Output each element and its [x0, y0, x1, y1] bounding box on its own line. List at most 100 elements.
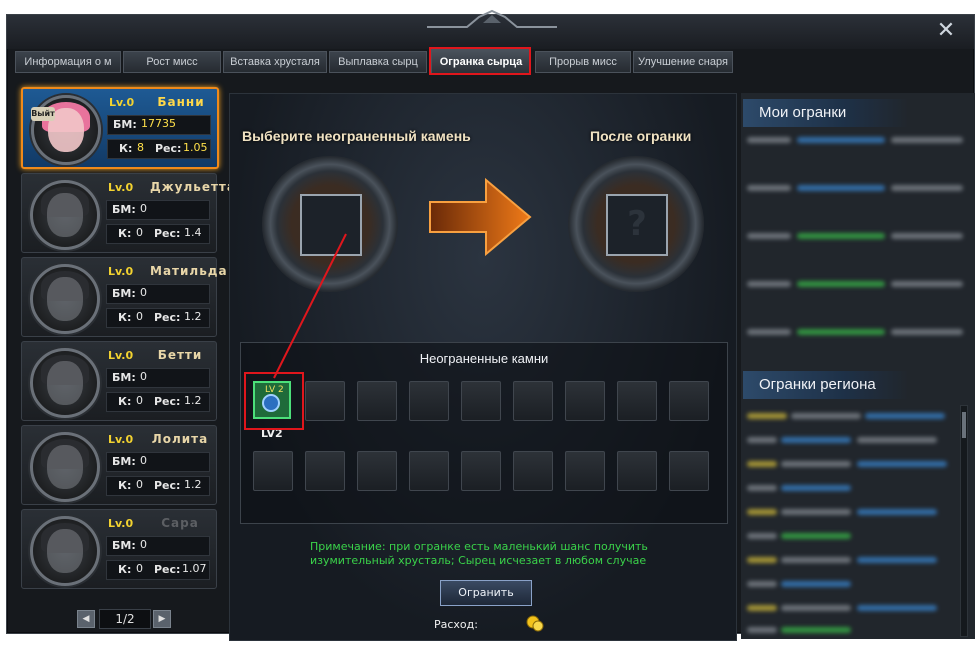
character-card[interactable]: Lv.0 Сара БМ: 0 К: 0 Рес: 1.07 [21, 509, 217, 589]
gem-slot[interactable] [305, 381, 345, 421]
note-line: изумительный хрусталь; Сырец исчезает в … [310, 554, 647, 567]
next-page-button[interactable]: ▶ [153, 610, 171, 628]
avatar [31, 95, 101, 165]
k-value: 8 [137, 141, 144, 154]
character-card[interactable]: Lv.0 Матильда БМ: 0 К: 0 Рес: 1.2 [21, 257, 228, 337]
bm-label: БМ: [113, 118, 137, 131]
gem-slot[interactable] [669, 381, 709, 421]
k-label: К: [119, 142, 133, 155]
question-icon: ? [627, 204, 647, 244]
gem-slot[interactable] [669, 451, 709, 491]
k-label: К: [118, 563, 132, 576]
close-icon[interactable]: ✕ [934, 19, 958, 43]
bm-value: 0 [140, 370, 147, 383]
k-value: 0 [136, 226, 143, 239]
k-value: 0 [136, 310, 143, 323]
character-card[interactable]: Lv.0 Бетти БМ: 0 К: 0 Рес: 1.2 [21, 341, 217, 421]
k-value: 0 [136, 478, 143, 491]
prev-page-button[interactable]: ◀ [77, 610, 95, 628]
crest-ornament [427, 9, 557, 28]
avatar [30, 264, 100, 334]
note-line: Примечание: при огранке есть маленький ш… [310, 540, 648, 553]
char-name: Бетти [157, 348, 203, 362]
char-level: Lv.0 [109, 96, 135, 109]
char-name: Банни [157, 95, 205, 109]
bm-label: БМ: [112, 203, 136, 216]
k-label: К: [118, 479, 132, 492]
char-name: Джульетта [150, 180, 236, 194]
pec-value: 1.4 [184, 226, 202, 239]
character-list: Выйт Lv.0 Банни БМ: 17735 К: 8 Рес: 1.05… [21, 85, 236, 625]
tab-miss-growth[interactable]: Рост мисс [123, 51, 221, 73]
tab-miss-info[interactable]: Информация о м [15, 51, 121, 73]
k-label: К: [118, 227, 132, 240]
page-indicator: 1/2 [99, 609, 151, 629]
character-card[interactable]: Lv.0 Лолита БМ: 0 К: 0 Рес: 1.2 [21, 425, 217, 505]
gem-slot[interactable] [565, 451, 605, 491]
pec-value: 1.2 [184, 310, 202, 323]
pec-value: 1.05 [183, 141, 208, 154]
tab-equip-upgrade[interactable]: Улучшение снаря [633, 51, 733, 73]
highlight-box-tab [429, 47, 531, 75]
region-scrollbar[interactable] [960, 405, 968, 637]
gem-slot[interactable] [305, 451, 345, 491]
history-panel: Мои огранки Огранки региона [741, 93, 975, 639]
arrow-right-icon [429, 177, 532, 257]
bm-label: БМ: [112, 539, 136, 552]
gem-slot[interactable] [513, 451, 553, 491]
gem-slot[interactable] [253, 451, 293, 491]
pec-value: 1.2 [184, 394, 202, 407]
pec-label: Рес: [154, 563, 181, 576]
tab-raw-smelting[interactable]: Выплавка сырц [329, 51, 427, 73]
gem-slot[interactable] [409, 381, 449, 421]
char-level: Lv.0 [108, 265, 134, 278]
gem-slot[interactable] [461, 451, 501, 491]
pec-label: Рес: [154, 311, 181, 324]
select-stone-title: Выберите неограненный камень [242, 128, 471, 144]
character-card[interactable]: Lv.0 Джульетта БМ: 0 К: 0 Рес: 1.4 [21, 173, 236, 253]
gem-slot[interactable] [357, 381, 397, 421]
output-ring: ? [568, 156, 704, 292]
cost-label: Расход: [434, 618, 478, 631]
gem-slot[interactable] [513, 381, 553, 421]
gem-slot[interactable] [461, 381, 501, 421]
my-cuts-title: Мои огранки [743, 99, 909, 127]
tab-miss-breakthrough[interactable]: Прорыв мисс [535, 51, 631, 73]
pec-value: 1.07 [182, 562, 207, 575]
char-name: Лолита [151, 432, 209, 446]
k-label: К: [118, 395, 132, 408]
cutting-note: Примечание: при огранке есть маленький ш… [310, 540, 648, 568]
highlight-box-stone [244, 372, 304, 430]
avatar [30, 180, 100, 250]
gem-slot[interactable] [357, 451, 397, 491]
pec-label: Рес: [155, 142, 182, 155]
exit-badge[interactable]: Выйт [31, 107, 55, 121]
gem-slot[interactable] [409, 451, 449, 491]
bm-value: 0 [140, 454, 147, 467]
cut-button[interactable]: Огранить [440, 580, 532, 606]
game-window: ✕ Информация о м Рост мисс Вставка хруст… [6, 9, 975, 641]
avatar [30, 432, 100, 502]
cutting-panel: Выберите неограненный камень После огран… [229, 93, 737, 641]
scroll-thumb[interactable] [962, 412, 966, 438]
k-value: 0 [136, 562, 143, 575]
char-level: Lv.0 [108, 517, 134, 530]
coin-icon [526, 615, 544, 632]
bm-value: 17735 [141, 117, 176, 130]
tab-crystal-insert[interactable]: Вставка хрусталя [223, 51, 327, 73]
char-name: Матильда [150, 264, 228, 278]
output-stone-slot: ? [606, 194, 668, 256]
title-bar: ✕ [7, 9, 974, 49]
pager: ◀ 1/2 ▶ [77, 609, 177, 629]
gem-slot[interactable] [565, 381, 605, 421]
char-level: Lv.0 [108, 433, 134, 446]
character-card-selected[interactable]: Выйт Lv.0 Банни БМ: 17735 К: 8 Рес: 1.05 [21, 87, 219, 169]
char-level: Lv.0 [108, 181, 134, 194]
pec-label: Рес: [154, 395, 181, 408]
avatar [30, 348, 100, 418]
gem-slot[interactable] [617, 381, 657, 421]
char-level: Lv.0 [108, 349, 134, 362]
pointer-line [273, 233, 347, 379]
gem-slot[interactable] [617, 451, 657, 491]
bm-value: 0 [140, 202, 147, 215]
